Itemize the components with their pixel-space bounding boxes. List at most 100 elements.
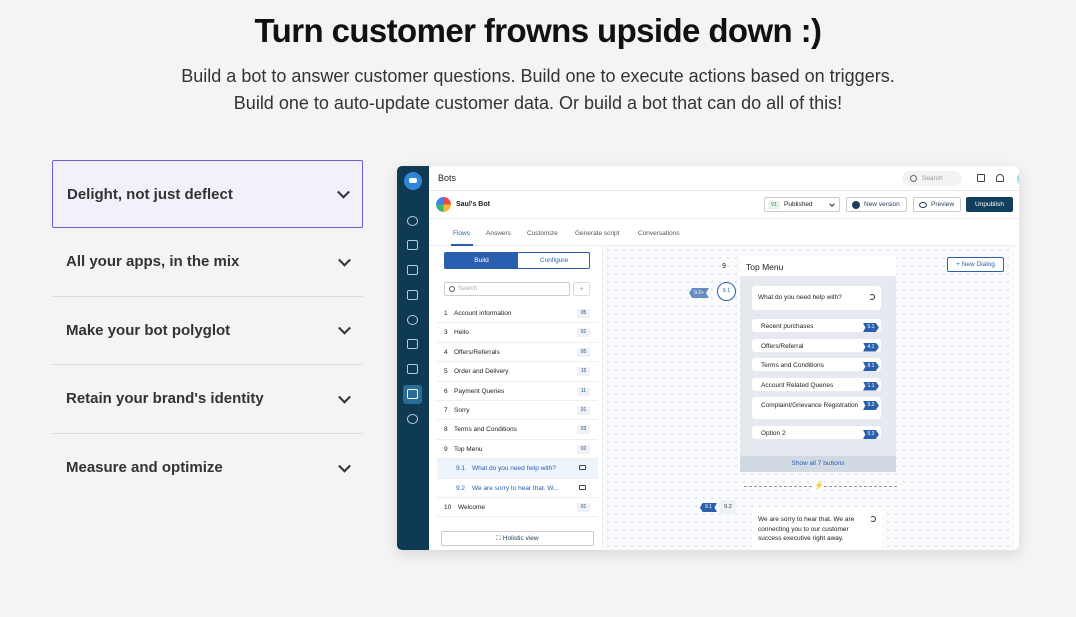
list-item[interactable]: 5 Order and Delivery 15: [437, 362, 598, 382]
flow-label: We are sorry to hear that. W...: [472, 484, 559, 492]
accordion-item-measure[interactable]: Measure and optimize: [52, 434, 363, 503]
share-icon[interactable]: [870, 516, 876, 522]
list-item[interactable]: 3 Hello 01: [437, 323, 598, 343]
flow-canvas[interactable]: + New Dialog 9 Top Menu 9.2+ 9.1 What do…: [604, 246, 1015, 550]
flow-count-badge: 01: [577, 503, 590, 512]
bot-tabs: Flows Answers Customize Generate script …: [429, 220, 1015, 246]
question-message[interactable]: What do you need help with?: [752, 286, 881, 310]
app-logo-icon[interactable]: [404, 172, 422, 190]
accordion-item-label: All your apps, in the mix: [66, 253, 240, 271]
preview-button[interactable]: Preview: [913, 197, 962, 212]
build-button[interactable]: Build: [445, 253, 518, 268]
flow-number: 1: [444, 310, 448, 317]
list-item[interactable]: 9.1 What do you need help with?: [437, 459, 598, 479]
apology-message[interactable]: We are sorry to hear that. We are connec…: [752, 508, 882, 550]
configure-button[interactable]: Configure: [518, 253, 590, 268]
avatar[interactable]: A: [1017, 172, 1019, 186]
flow-label: Terms and Conditions: [454, 426, 517, 434]
new-version-button[interactable]: New version: [846, 197, 907, 212]
incoming-connection-tag[interactable]: 9.1: [700, 503, 717, 512]
tab-generate-script[interactable]: Generate script: [575, 230, 619, 237]
flow-count-badge: 02: [577, 444, 590, 454]
list-item[interactable]: 9.2 We are sorry to hear that. W...: [437, 479, 598, 498]
accordion-item-label: Retain your brand's identity: [66, 390, 264, 408]
tab-conversations[interactable]: Conversations: [638, 230, 680, 237]
list-item[interactable]: 8 Terms and Conditions 03: [437, 420, 598, 440]
knowledge-base-icon[interactable]: [407, 290, 418, 300]
option-button[interactable]: Terms and Conditions 8.1: [752, 358, 881, 371]
flow-count-badge: 15: [577, 367, 590, 377]
flow-count-badge: 05: [577, 347, 590, 357]
tab-customize[interactable]: Customize: [527, 230, 558, 237]
dialog-title: Top Menu: [740, 256, 896, 276]
list-item[interactable]: 9 Top Menu 02: [437, 440, 598, 460]
option-button[interactable]: Offers/Referral 4.1: [752, 338, 881, 352]
top-bar: Bots Search A: [429, 166, 1019, 191]
list-item[interactable]: 1 Account information 05: [437, 304, 598, 324]
hero-title: Turn customer frowns upside down :): [254, 12, 823, 49]
flow-search-input[interactable]: Search: [444, 282, 570, 296]
chat-bubble-icon: [579, 465, 586, 471]
option-label: Option 2: [761, 430, 786, 437]
flow-count-badge: 01: [577, 328, 590, 338]
dialog-card[interactable]: What do you need help with? Recent purch…: [740, 276, 896, 472]
accordion-item-label: Measure and optimize: [66, 459, 223, 477]
dashboard-icon[interactable]: [407, 216, 418, 226]
list-item[interactable]: 10 Welcome 01: [437, 498, 598, 518]
accordion-item-apps[interactable]: All your apps, in the mix: [52, 228, 363, 297]
option-label: Complaint/Grievance Registration: [761, 402, 859, 409]
list-item[interactable]: 4 Offers/Referrals 05: [437, 343, 598, 363]
option-button[interactable]: Complaint/Grievance Registration 9.2: [752, 397, 881, 419]
gift-icon[interactable]: [977, 174, 985, 182]
tab-answers[interactable]: Answers: [486, 230, 511, 237]
apps-icon[interactable]: [407, 364, 418, 374]
new-dialog-button[interactable]: + New Dialog: [947, 257, 1004, 272]
page-title: Bots: [438, 173, 457, 183]
reports-icon[interactable]: [407, 339, 418, 349]
option-button[interactable]: Recent purchases 5.1: [752, 319, 881, 332]
version-badge: V1: [768, 201, 780, 209]
gear-icon[interactable]: [407, 414, 418, 424]
bolt-icon[interactable]: ⚡: [814, 481, 824, 491]
chevron-down-icon: [338, 459, 351, 473]
bot-icon[interactable]: [407, 389, 418, 399]
add-flow-button[interactable]: +: [573, 282, 590, 296]
bot-builder-screenshot: Bots Search A Saul's Bot V1 Published Ne…: [397, 166, 1019, 550]
eye-icon: [919, 202, 927, 208]
dialog-node[interactable]: 9.2: [720, 500, 736, 514]
option-label: Account Related Queries: [761, 381, 834, 389]
flow-label: What do you need help with?: [472, 465, 556, 473]
flow-number: 9.2: [456, 484, 466, 492]
share-icon[interactable]: [869, 294, 875, 300]
chevron-down-icon: [337, 185, 350, 199]
option-button[interactable]: Account Related Queries 1.1: [752, 377, 881, 391]
accordion-item-brand[interactable]: Retain your brand's identity: [52, 365, 363, 434]
dialog-node[interactable]: 9.1: [717, 282, 736, 301]
accordion-item-polyglot[interactable]: Make your bot polyglot: [52, 297, 363, 365]
unpublish-button[interactable]: Unpublish: [966, 197, 1013, 212]
search-input[interactable]: Search: [902, 171, 962, 186]
bot-name: Saul's Bot: [456, 201, 490, 208]
list-item[interactable]: 6 Payment Queries 11: [437, 382, 598, 401]
accordion-item-label: Delight, not just deflect: [67, 185, 233, 203]
flow-number: 4: [444, 348, 448, 356]
inbox-icon[interactable]: [407, 240, 418, 250]
list-item[interactable]: 7 Sorry 01: [437, 401, 598, 421]
flow-number: 5: [444, 368, 448, 376]
chevron-down-icon: [338, 322, 351, 335]
flow-number: 3: [444, 329, 448, 337]
status-select[interactable]: V1 Published: [764, 197, 840, 212]
tab-flows[interactable]: Flows: [453, 230, 470, 237]
campaign-icon[interactable]: [407, 265, 418, 275]
holistic-view-button[interactable]: ⛶ Holistic view: [441, 531, 594, 546]
show-all-buttons-link[interactable]: Show all 7 buttons: [740, 456, 896, 472]
incoming-connection-tag[interactable]: 9.2+: [689, 288, 709, 298]
bell-icon[interactable]: [996, 174, 1004, 182]
option-button[interactable]: Option 2 5.3: [752, 426, 881, 439]
chevron-down-icon: [338, 253, 351, 267]
flow-label: Payment Queries: [454, 387, 505, 395]
flow-number: 9.1: [456, 465, 466, 473]
accordion-item-delight[interactable]: Delight, not just deflect: [52, 160, 363, 228]
contacts-icon[interactable]: [407, 315, 418, 325]
flow-number: 7: [444, 407, 448, 414]
